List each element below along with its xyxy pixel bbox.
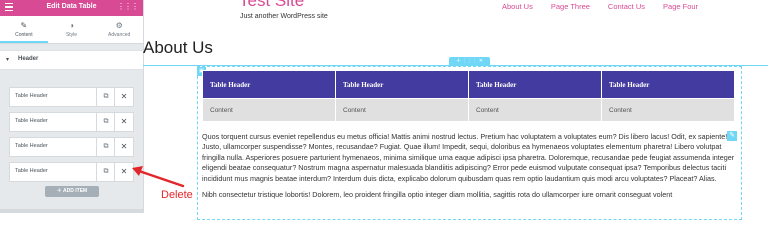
delete-icon[interactable]: ✕ [114,138,133,156]
tab-style-label: Style [65,32,78,38]
table-cell[interactable]: Content [202,98,336,122]
gear-icon: ⚙ [115,21,123,30]
table-cell[interactable]: Content [468,98,602,122]
caret-down-icon: ▾ [6,57,10,63]
paragraph: Quos torquent cursus eveniet repellendus… [202,132,735,183]
tab-advanced-label: Advanced [108,32,131,38]
panel-footer [0,209,143,213]
section-handle[interactable]: ＋ ⋮⋮⋮ ✕ [449,57,490,65]
delete-icon[interactable]: ✕ [114,113,133,131]
repeater-list: Table Header ⧉ ✕ Table Header ⧉ ✕ Table … [9,87,134,187]
section-header-toggle[interactable]: ▾ Header [0,50,143,70]
nav-link-page-three[interactable]: Page Three [551,2,590,11]
repeater-item[interactable]: Table Header ⧉ ✕ [9,137,134,157]
site-title[interactable]: Test Site [239,0,304,10]
tab-style[interactable]: ◑ Style [48,16,96,43]
table-header-cell[interactable]: Table Header [468,70,602,99]
repeater-item[interactable]: Table Header ⧉ ✕ [9,87,134,107]
table-header-cell[interactable]: Table Header [202,70,336,99]
main-nav: About Us Page Three Contact Us Page Four [502,2,698,11]
table-header-row: Table Header Table Header Table Header T… [202,70,735,99]
nav-link-page-four[interactable]: Page Four [663,2,698,11]
page-title: About Us [143,38,213,57]
repeater-item-label: Table Header [15,118,48,124]
site-tagline: Just another WordPress site [240,13,328,20]
data-table: Table Header Table Header Table Header T… [202,70,735,122]
section-title: Header [18,56,39,62]
repeater-item-label: Table Header [15,143,48,149]
add-item-button[interactable]: ＋ ADD ITEM [45,186,99,197]
duplicate-icon[interactable]: ⧉ [96,88,115,106]
tab-advanced[interactable]: ⚙ Advanced [95,16,143,43]
table-cell[interactable]: Content [335,98,469,122]
delete-icon[interactable]: ✕ [114,88,133,106]
tab-content-label: Content [15,32,33,38]
duplicate-icon[interactable]: ⧉ [96,138,115,156]
table-header-cell[interactable]: Table Header [335,70,469,99]
add-item-label: ADD ITEM [63,188,88,194]
plus-icon: ＋ [56,188,62,194]
paragraph: Nibh consectetur tristique lobortis! Dol… [202,190,673,200]
grid-icon[interactable]: ⋮⋮⋮ [117,3,139,11]
editor-panel: Edit Data Table ⋮⋮⋮ ✎ Content ◑ Style ⚙ … [0,0,144,213]
panel-tabs: ✎ Content ◑ Style ⚙ Advanced [0,16,143,44]
nav-link-about-us[interactable]: About Us [502,2,533,11]
contrast-icon: ◑ [69,21,74,30]
nav-link-contact-us[interactable]: Contact Us [608,2,645,11]
repeater-item[interactable]: Table Header ⧉ ✕ [9,112,134,132]
delete-annotation-label: Delete [161,189,193,201]
duplicate-icon[interactable]: ⧉ [96,113,115,131]
repeater-item-label: Table Header [15,93,48,99]
duplicate-icon[interactable]: ⧉ [96,163,115,181]
repeater-item-label: Table Header [15,168,48,174]
delete-icon[interactable]: ✕ [114,163,133,181]
table-header-cell[interactable]: Table Header [601,70,735,99]
tab-content[interactable]: ✎ Content [0,16,48,43]
pencil-icon: ✎ [20,21,28,30]
text-editor-content[interactable]: Quos torquent cursus eveniet repellendus… [202,132,738,206]
table-cell[interactable]: Content [601,98,735,122]
repeater-item[interactable]: Table Header ⧉ ✕ [9,162,134,182]
panel-header: Edit Data Table ⋮⋮⋮ [0,0,143,16]
pencil-edit-icon[interactable]: ✎ [727,131,737,141]
table-row: Content Content Content Content [202,98,735,122]
